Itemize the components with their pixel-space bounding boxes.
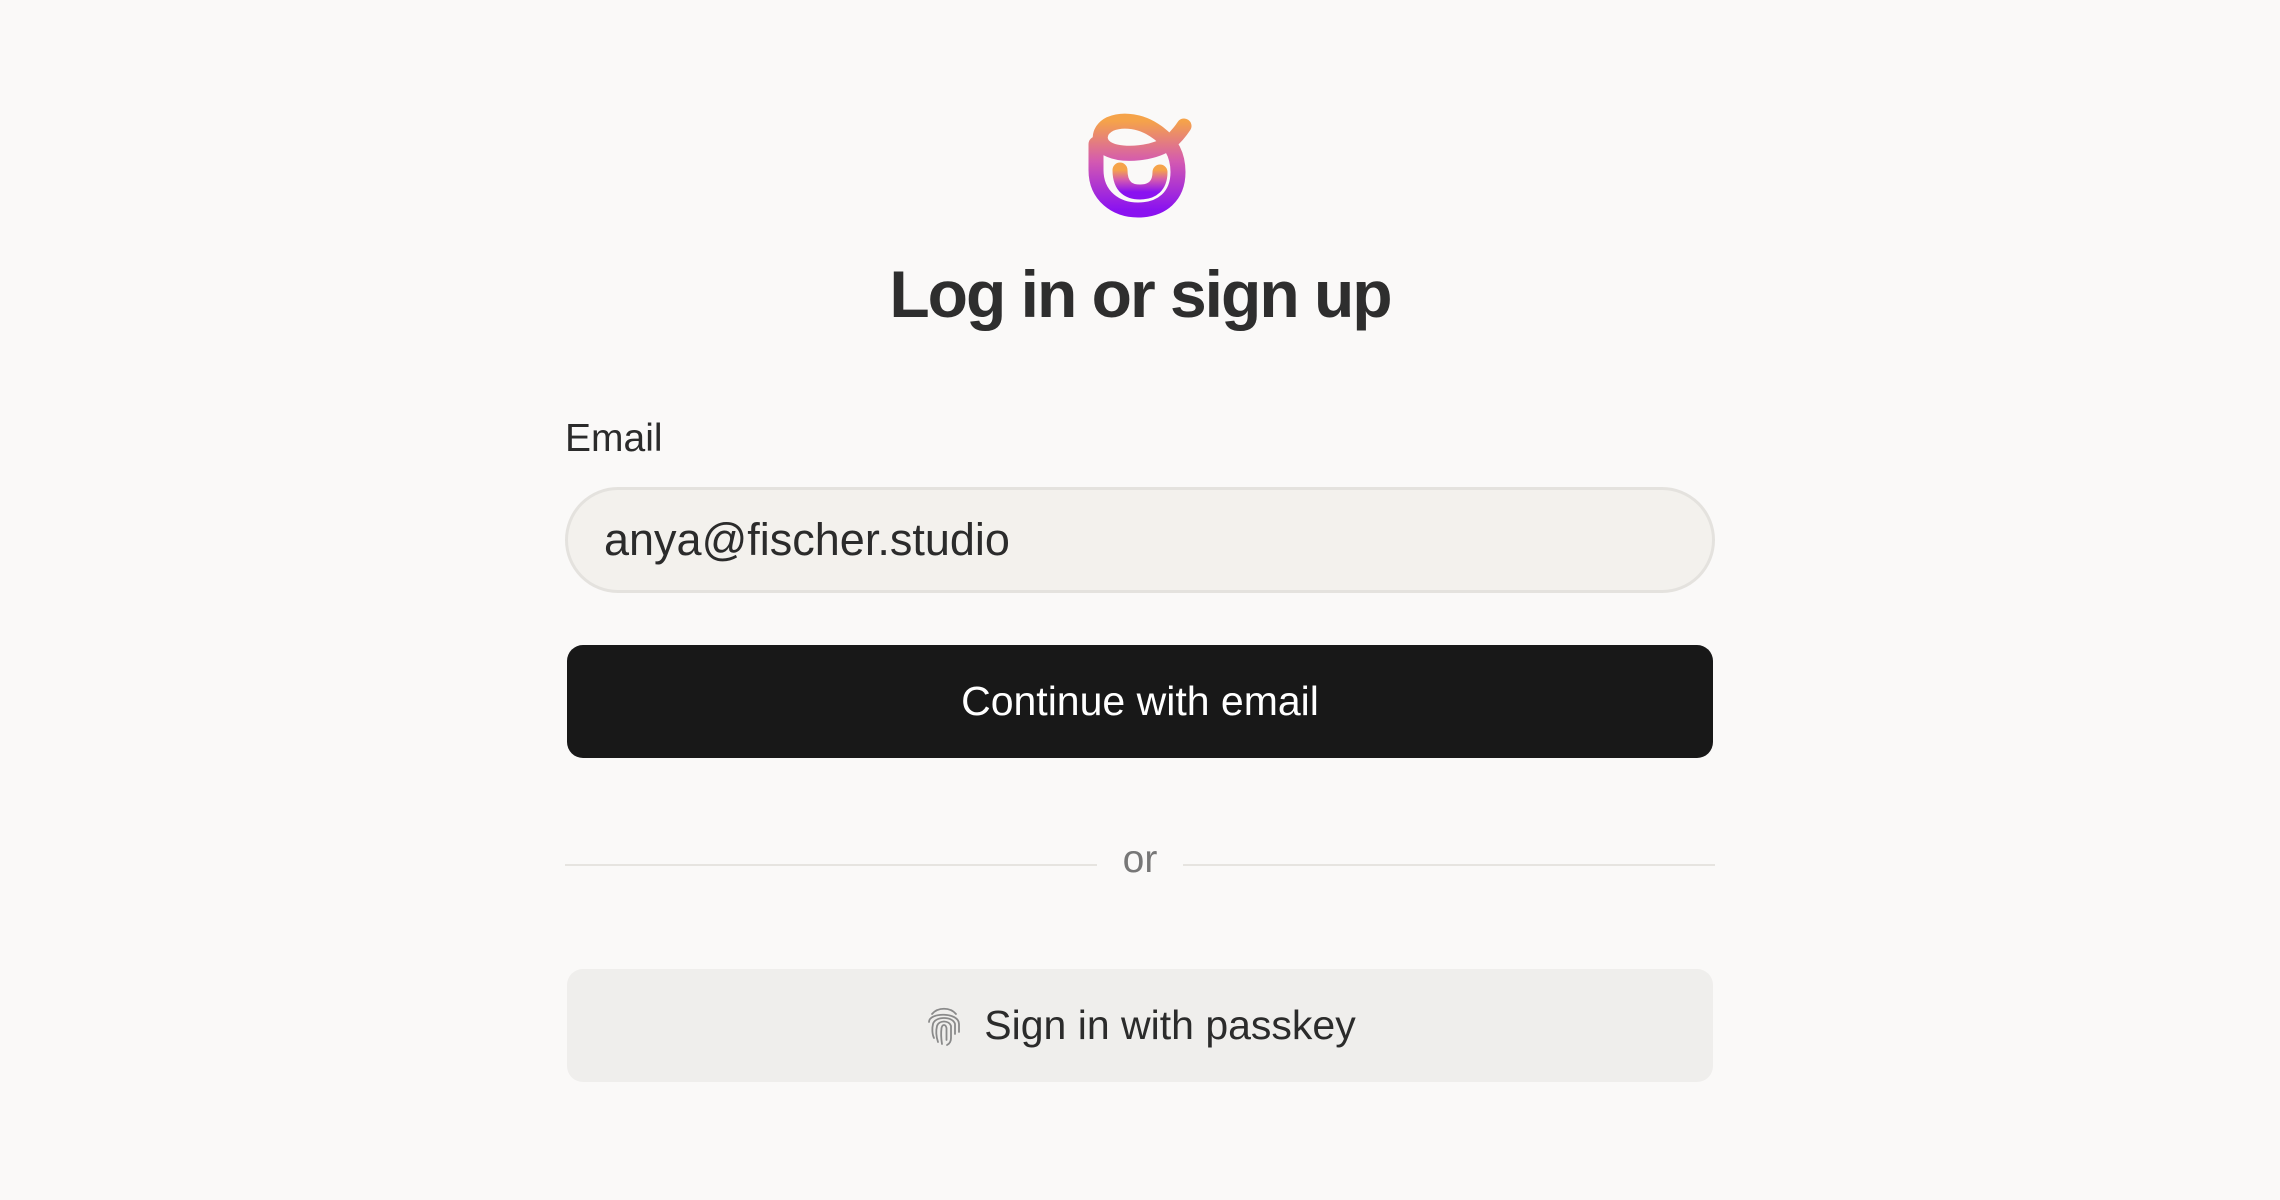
page-title: Log in or sign up: [889, 257, 1392, 331]
fingerprint-icon: [928, 1007, 961, 1046]
brand-logo-icon: [1088, 113, 1192, 218]
divider-line-left: [565, 864, 1097, 866]
divider-text: or: [1122, 838, 1158, 881]
divider-line-right: [1183, 864, 1715, 866]
login-page: Log in or sign up Email Continue with em…: [0, 0, 2280, 1200]
continue-with-email-button[interactable]: Continue with email: [567, 645, 1713, 758]
sign-in-with-passkey-button[interactable]: Sign in with passkey: [567, 969, 1713, 1082]
or-divider: or: [565, 838, 1715, 892]
passkey-button-label: Sign in with passkey: [984, 1002, 1356, 1048]
email-field[interactable]: [565, 487, 1715, 593]
email-label: Email: [565, 417, 663, 460]
